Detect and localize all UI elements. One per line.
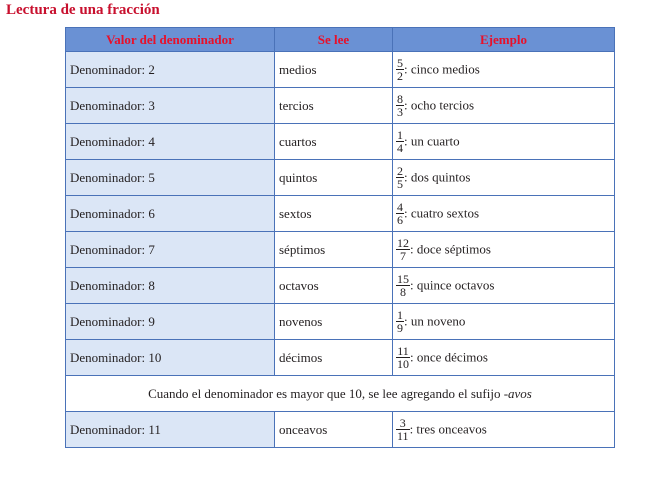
denominador-cell: Denominador: 4 — [65, 123, 275, 160]
ejemplo-text: : un noveno — [404, 313, 466, 329]
denominador-cell: Denominador: 11 — [65, 411, 275, 448]
table-row: Denominador: 9 novenos 19: un noveno — [65, 303, 615, 340]
fraction: 46 — [396, 201, 404, 226]
se-lee-cell: tercios — [274, 87, 393, 124]
fraction-denominator: 4 — [397, 141, 403, 155]
ejemplo-cell: 83: ocho tercios — [392, 87, 615, 124]
fraction: 19 — [396, 309, 404, 334]
note-text: Cuando el denominador es mayor que 10, s… — [148, 385, 504, 401]
ejemplo-cell: 52: cinco medios — [392, 51, 615, 88]
ejemplo-text: : cuatro sextos — [404, 205, 480, 221]
ejemplo-text: : doce séptimos — [410, 241, 491, 257]
fraction-denominator: 3 — [397, 105, 403, 119]
table-row: Denominador: 8 octavos 15 8: quince octav… — [65, 267, 615, 304]
table-header-row: Valor del denominador Se lee Ejemplo — [65, 27, 615, 52]
ejemplo-text: : ocho tercios — [404, 97, 475, 113]
ejemplo-cell: 25: dos quintos — [392, 159, 615, 196]
fraction: 3 11 — [396, 417, 410, 442]
table-row: Denominador: 7 séptimos 12 7: doce séptim… — [65, 231, 615, 268]
fractions-table: Valor del denominador Se lee Ejemplo Den… — [65, 27, 615, 448]
fraction-denominator: 11 — [397, 429, 409, 443]
denominador-cell: Denominador: 9 — [65, 303, 275, 340]
fraction-denominator: 10 — [397, 357, 409, 371]
denominador-cell: Denominador: 7 — [65, 231, 275, 268]
note-row: Cuando el denominador es mayor que 10, s… — [65, 375, 615, 412]
ejemplo-cell: 14: un cuarto — [392, 123, 615, 160]
se-lee-cell: medios — [274, 51, 393, 88]
ejemplo-text: : un cuarto — [404, 133, 460, 149]
fraction: 11 10 — [396, 345, 410, 370]
denominador-cell: Denominador: 2 — [65, 51, 275, 88]
denominador-cell: Denominador: 8 — [65, 267, 275, 304]
note-suffix: -avos — [503, 385, 532, 401]
fraction-denominator: 7 — [400, 249, 406, 263]
fraction-denominator: 8 — [400, 285, 406, 299]
se-lee-cell: onceavos — [274, 411, 393, 448]
fraction-denominator: 6 — [397, 213, 403, 227]
note-cell: Cuando el denominador es mayor que 10, s… — [65, 375, 615, 412]
denominador-cell: Denominador: 3 — [65, 87, 275, 124]
se-lee-cell: sextos — [274, 195, 393, 232]
denominador-cell: Denominador: 6 — [65, 195, 275, 232]
se-lee-cell: cuartos — [274, 123, 393, 160]
fraction: 12 7 — [396, 237, 410, 262]
se-lee-cell: octavos — [274, 267, 393, 304]
table-row: Denominador: 10 décimos 11 10: once décim… — [65, 339, 615, 376]
fraction-denominator: 5 — [397, 177, 403, 191]
ejemplo-text: : dos quintos — [404, 169, 471, 185]
se-lee-cell: quintos — [274, 159, 393, 196]
table-row: Denominador: 2 medios 52: cinco medios — [65, 51, 615, 88]
fraction: 15 8 — [396, 273, 410, 298]
header-se-lee: Se lee — [274, 27, 393, 52]
ejemplo-cell: 3 11: tres onceavos — [392, 411, 615, 448]
se-lee-cell: novenos — [274, 303, 393, 340]
ejemplo-cell: 15 8: quince octavos — [392, 267, 615, 304]
se-lee-cell: décimos — [274, 339, 393, 376]
denominador-cell: Denominador: 5 — [65, 159, 275, 196]
table-row: Denominador: 11 onceavos 3 11: tres oncea… — [65, 411, 615, 448]
ejemplo-text: : once décimos — [410, 349, 488, 365]
ejemplo-cell: 11 10: once décimos — [392, 339, 615, 376]
ejemplo-text: : quince octavos — [410, 277, 495, 293]
fraction: 52 — [396, 57, 404, 82]
table-row: Denominador: 5 quintos 25: dos quintos — [65, 159, 615, 196]
fraction-denominator: 9 — [397, 321, 403, 335]
denominador-cell: Denominador: 10 — [65, 339, 275, 376]
ejemplo-cell: 19: un noveno — [392, 303, 615, 340]
fraction: 25 — [396, 165, 404, 190]
table-row: Denominador: 6 sextos 46: cuatro sextos — [65, 195, 615, 232]
table-row: Denominador: 4 cuartos 14: un cuarto — [65, 123, 615, 160]
header-valor-denominador: Valor del denominador — [65, 27, 275, 52]
page-title: Lectura de una fracción — [6, 2, 160, 18]
ejemplo-cell: 12 7: doce séptimos — [392, 231, 615, 268]
fraction: 14 — [396, 129, 404, 154]
ejemplo-cell: 46: cuatro sextos — [392, 195, 615, 232]
table-row: Denominador: 3 tercios 83: ocho tercios — [65, 87, 615, 124]
ejemplo-text: : tres onceavos — [409, 421, 487, 437]
se-lee-cell: séptimos — [274, 231, 393, 268]
header-ejemplo: Ejemplo — [392, 27, 615, 52]
ejemplo-text: : cinco medios — [404, 61, 480, 77]
fraction-denominator: 2 — [397, 69, 403, 83]
fraction: 83 — [396, 93, 404, 118]
